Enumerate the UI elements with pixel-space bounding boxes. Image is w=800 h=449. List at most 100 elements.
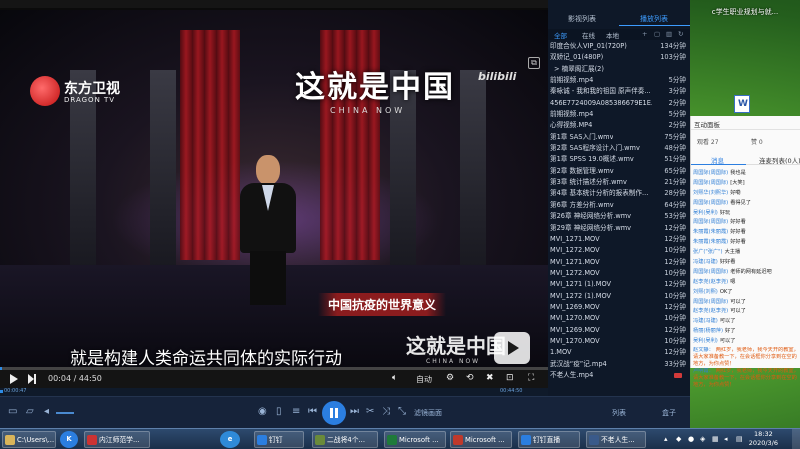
playlist-item[interactable]: MVI_1269.MOV 12分钟 xyxy=(548,325,690,336)
mini-timeline[interactable]: 00:00:47 00:44:50 xyxy=(0,388,548,396)
file-icon[interactable]: ▢ xyxy=(654,30,660,38)
playlist-item[interactable]: 心得视频.MP4 2分钟 xyxy=(548,120,690,131)
playlist-item[interactable]: 第4章 基本统计分析的报表制作... 28分钟 xyxy=(548,188,690,199)
playlist-item[interactable]: MVI_1272.MOV 10分钟 xyxy=(548,268,690,279)
tab-connect-list[interactable]: 连麦列表(0人) xyxy=(759,155,800,165)
chat-message-author[interactable]: 周国际(周国际) xyxy=(693,299,728,305)
folder-icon[interactable]: ▭ xyxy=(8,407,17,417)
taskbar-app-button[interactable]: 钉钉直播 xyxy=(518,431,580,448)
playlist-item[interactable]: 第1章 SPSS 19.0概述.wmv 51分钟 xyxy=(548,154,690,165)
video-frame[interactable]: 东方卫视 DRAGON TV 这就是中国 CHINA NOW bilibili … xyxy=(0,10,548,367)
chat-message-author[interactable]: 赵李尧(赵李尧) xyxy=(693,279,728,285)
tray-up-icon[interactable]: ▴ xyxy=(664,435,672,443)
playlist-item[interactable]: MVI_1269.MOV 12分钟 xyxy=(548,302,690,313)
playlist-item[interactable]: 第2章 SAS程序设计入门.wmv 48分钟 xyxy=(548,143,690,154)
subtab-online[interactable]: 在线 xyxy=(582,30,595,40)
playlist-item[interactable]: 456E7724009A085386679E1E... 2分钟 xyxy=(548,98,690,109)
playlist-item[interactable]: 第2章 数据管理.wmv 65分钟 xyxy=(548,166,690,177)
pause-button[interactable] xyxy=(322,401,346,425)
screenshot-icon[interactable]: ⊡ xyxy=(506,373,514,383)
desktop-folder-label[interactable]: c学生职业规划与就... xyxy=(690,8,800,16)
chat-message-author[interactable]: 吴利(吴利) xyxy=(693,210,718,216)
playlist-item[interactable]: MVI_1272 (1).MOV 10分钟 xyxy=(548,291,690,302)
taskbar-app-button[interactable]: C:\Users\... xyxy=(2,431,56,448)
tray-app-icon[interactable]: ▤ xyxy=(736,435,744,443)
taskbar-app-button[interactable]: Microsoft ... xyxy=(384,431,446,448)
playlist-item[interactable]: 1.MOV 12分钟 xyxy=(548,347,690,358)
chat-message-author[interactable]: 周国际(周国际) xyxy=(693,269,728,275)
volume-slider[interactable] xyxy=(56,412,74,414)
add-icon[interactable]: + xyxy=(642,30,647,38)
picture-in-picture-icon[interactable]: ⧉ xyxy=(528,57,540,69)
taskbar-app-button[interactable]: e xyxy=(220,431,240,448)
playlist-item[interactable]: 第29章 神经网络分析.wmv 12分钟 xyxy=(548,223,690,234)
tray-app-icon[interactable]: ◆ xyxy=(676,435,684,443)
cut-icon[interactable]: ✂ xyxy=(366,407,374,417)
playlist-item[interactable]: 前期视频.mp4 5分钟 xyxy=(548,109,690,120)
delete-icon[interactable]: ▥ xyxy=(666,30,672,38)
shuffle-icon[interactable]: ⤨ xyxy=(382,407,390,417)
playlist-item[interactable]: 第6章 方差分析.wmv 64分钟 xyxy=(548,200,690,211)
system-clock[interactable]: 18:32 2020/3/6 xyxy=(749,430,778,448)
taskbar-app-button[interactable]: 内江师范学... xyxy=(84,431,150,448)
chat-message-author[interactable]: 赵李尧(赵李尧) xyxy=(693,308,728,314)
playlist-item[interactable]: MVI_1271.MOV 12分钟 xyxy=(548,257,690,268)
show-desktop-button[interactable] xyxy=(792,429,800,449)
tab-play-list[interactable]: 播放列表 xyxy=(640,14,668,24)
chat-message-author[interactable]: 周国际(周国际) xyxy=(693,170,728,176)
chat-notice-author[interactable]: 卢明霞： xyxy=(693,368,714,374)
subtab-local[interactable]: 本地 xyxy=(606,30,619,40)
playlist-item[interactable]: 不老人生.mp4 xyxy=(548,370,690,381)
compress-icon[interactable]: ⤡ xyxy=(398,407,406,417)
chat-message-author[interactable]: 朱丽霞(朱丽霞) xyxy=(693,229,728,235)
playlist-item[interactable]: MVI_1271.MOV 12分钟 xyxy=(548,234,690,245)
chat-message-author[interactable]: 刘熙华(刘熙华) xyxy=(693,190,728,196)
open-file-icon[interactable]: ▱ xyxy=(26,407,34,417)
playlist-item[interactable]: MVI_1272.MOV 10分钟 xyxy=(548,245,690,256)
speaker-icon[interactable]: ◂ xyxy=(724,435,732,443)
chat-message-author[interactable]: 周国际(周国际) xyxy=(693,200,728,206)
chat-message-author[interactable]: 杨丽(杨丽萍) xyxy=(693,328,723,334)
volume-icon[interactable]: ◂ xyxy=(44,407,49,417)
tray-app-icon[interactable]: ◈ xyxy=(700,435,708,443)
playlist-folder[interactable]: > 楠翠阁汇展(2) xyxy=(548,64,690,75)
stop-icon[interactable]: ◉ xyxy=(258,407,267,417)
taskbar-app-button[interactable]: K xyxy=(60,431,78,448)
close-window-icon[interactable]: ✖ xyxy=(486,373,494,383)
playlist-item[interactable]: 秦咏诚 - 我和我的祖国 原声伴奏... 3分钟 xyxy=(548,86,690,97)
volume-icon[interactable]: 🔈︎ xyxy=(392,373,397,383)
tab-video-list[interactable]: 影视列表 xyxy=(568,14,596,24)
box-button[interactable]: 盒子 xyxy=(662,408,676,418)
tv-play-icon[interactable] xyxy=(494,332,530,364)
playlist-item[interactable]: MVI_1270.MOV 10分钟 xyxy=(548,336,690,347)
next-icon[interactable] xyxy=(28,374,36,384)
playlist-item[interactable]: 双娇记_01(480P) 103分钟 xyxy=(548,52,690,63)
filter-button[interactable]: 滤镜画面 xyxy=(414,408,442,418)
play-icon[interactable] xyxy=(10,374,18,384)
playlist-item[interactable]: 第26章 神经网络分析.wmv 53分钟 xyxy=(548,211,690,222)
chat-notice-author[interactable]: 赵文静： xyxy=(693,347,714,353)
list-button[interactable]: 列表 xyxy=(612,408,626,418)
mute-icon[interactable]: ▯ xyxy=(276,407,282,417)
chat-message-author[interactable]: 周国际(周国际) xyxy=(693,219,728,225)
chat-message-author[interactable]: 冯建(冯建) xyxy=(693,318,718,324)
taskbar-app-button[interactable]: Microsoft ... xyxy=(450,431,512,448)
chat-message-author[interactable]: 张广("张广") xyxy=(693,249,723,255)
subtab-all[interactable]: 全部 xyxy=(554,30,567,40)
chat-message-author[interactable]: 朱丽霞(朱丽霞) xyxy=(693,239,728,245)
loop-icon[interactable]: ⟲ xyxy=(466,373,474,383)
playlist-item[interactable]: MVI_1271 (1).MOV 12分钟 xyxy=(548,279,690,290)
fullscreen-icon[interactable]: ⛶ xyxy=(528,373,534,383)
chat-message-author[interactable]: 刘熙(刘熙) xyxy=(693,289,718,295)
previous-icon[interactable]: ⏮ xyxy=(308,407,317,417)
playlist-item[interactable]: 第3章 统计描述分析.wmv 21分钟 xyxy=(548,177,690,188)
equalizer-icon[interactable]: ≡ xyxy=(292,407,300,417)
settings-icon[interactable]: ⚙ xyxy=(446,373,454,383)
refresh-icon[interactable]: ↻ xyxy=(678,30,683,38)
playlist-item[interactable]: 第1章 SAS入门.wmv 75分钟 xyxy=(548,132,690,143)
next-track-icon[interactable]: ⏭ xyxy=(350,407,359,417)
chat-message-author[interactable]: 冯建(冯建) xyxy=(693,259,718,265)
playlist-item[interactable]: MVI_1270.MOV 10分钟 xyxy=(548,313,690,324)
tray-app-icon[interactable]: ● xyxy=(688,435,696,443)
chat-message-author[interactable]: 周国际(周国际) xyxy=(693,180,728,186)
